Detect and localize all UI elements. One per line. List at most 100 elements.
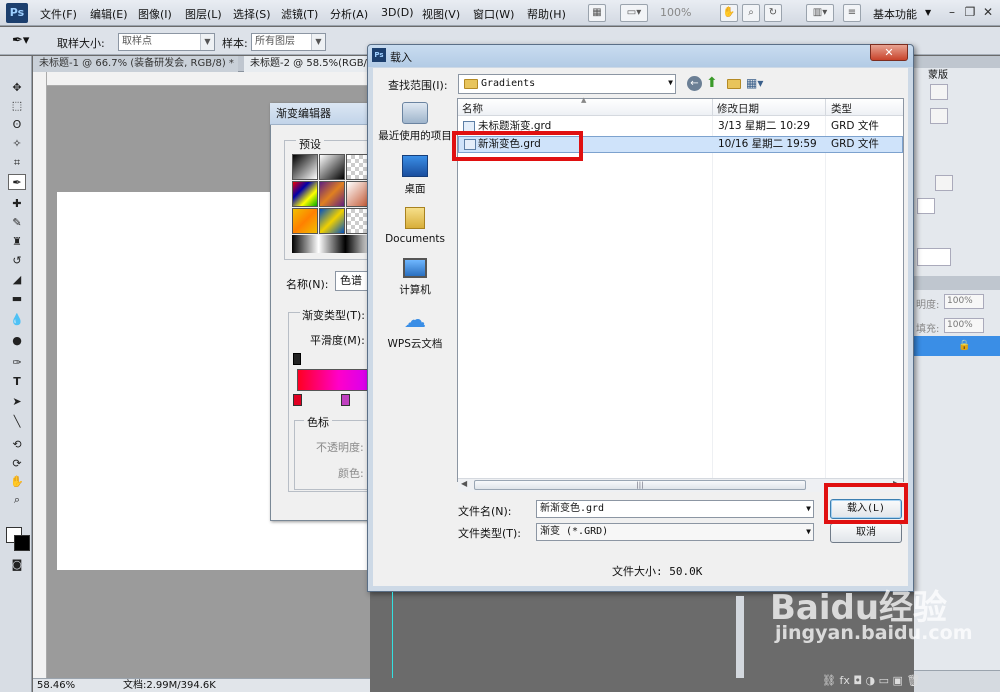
- panel-dropdown[interactable]: [930, 84, 948, 100]
- load-dialog-titlebar: [368, 45, 913, 67]
- preset-swatch[interactable]: [319, 181, 345, 207]
- layer-fill-input[interactable]: 100%: [944, 318, 984, 333]
- doc-tab-1[interactable]: 未标题-1 @ 66.7% (装备研发会, RGB/8) *: [33, 56, 238, 72]
- preset-swatch[interactable]: [319, 154, 345, 180]
- look-in-combobox[interactable]: Gradients ▼: [458, 74, 676, 94]
- close-icon[interactable]: ✕: [976, 2, 1000, 22]
- healing-brush-icon[interactable]: ✚: [8, 196, 26, 212]
- vertical-scrollbar[interactable]: [736, 596, 744, 678]
- dialog-close-icon[interactable]: ✕: [870, 44, 908, 61]
- doc-tab-2[interactable]: 未标题-2 @ 58.5%(RGB/8): [244, 56, 370, 72]
- panel-dropdown[interactable]: [935, 175, 953, 191]
- view-menu-icon[interactable]: ▦▾: [746, 76, 763, 90]
- place-documents[interactable]: Documents: [377, 207, 453, 245]
- pen-tool-icon[interactable]: ✑: [8, 355, 26, 371]
- column-type[interactable]: 类型: [831, 101, 852, 116]
- preset-swatch[interactable]: [319, 208, 345, 234]
- extras-icon[interactable]: ≡: [843, 4, 861, 22]
- shape-tool-icon[interactable]: ╲: [8, 414, 26, 430]
- menu-select[interactable]: 选择(S): [233, 6, 271, 22]
- menu-filter[interactable]: 滤镜(T): [281, 6, 318, 22]
- workspace-switcher[interactable]: 基本功能: [873, 6, 917, 22]
- column-date[interactable]: 修改日期: [717, 101, 759, 116]
- menu-3d[interactable]: 3D(D): [381, 6, 414, 19]
- screen-mode-icon[interactable]: ▭▾: [620, 4, 648, 22]
- magic-wand-icon[interactable]: ✧: [8, 136, 26, 152]
- color-stop-magenta[interactable]: [341, 394, 350, 406]
- dodge-tool-icon[interactable]: ●: [8, 333, 26, 349]
- menu-help[interactable]: 帮助(H): [527, 6, 566, 22]
- history-brush-icon[interactable]: ↺: [8, 253, 26, 269]
- menu-window[interactable]: 窗口(W): [473, 6, 514, 22]
- scroll-left-icon[interactable]: ◀: [461, 479, 467, 488]
- vertical-ruler: [33, 72, 47, 678]
- new-folder-icon[interactable]: [727, 79, 741, 89]
- clone-stamp-icon[interactable]: ♜: [8, 234, 26, 250]
- quick-mask-icon[interactable]: ◙: [8, 557, 26, 573]
- back-icon[interactable]: ←: [687, 76, 702, 91]
- file-name-label: 文件名(N):: [458, 505, 512, 518]
- eyedropper-tool-icon[interactable]: ✒: [8, 174, 26, 190]
- panel-field[interactable]: [917, 248, 951, 266]
- up-folder-icon[interactable]: ⬆: [706, 75, 718, 91]
- background-color-swatch[interactable]: [14, 535, 30, 551]
- sample-select[interactable]: 所有图层 ▼: [251, 33, 326, 51]
- file-type-value: 渐变 (*.GRD): [540, 526, 609, 537]
- smoothness-label: 平滑度(M):: [310, 334, 365, 347]
- layer-footer-icons[interactable]: ⛓ fx ◘ ◑ ▭ ▣ 🗑: [822, 674, 920, 687]
- column-divider[interactable]: [825, 99, 826, 116]
- 3d-orbit-icon[interactable]: ⟳: [8, 456, 26, 472]
- place-wps-cloud[interactable]: ☁ WPS云文档: [377, 310, 453, 351]
- hand-tool-icon[interactable]: ✋: [720, 4, 738, 22]
- brush-tool-icon[interactable]: ✎: [8, 215, 26, 231]
- panel-field[interactable]: [917, 198, 935, 214]
- chevron-down-icon[interactable]: ▼: [925, 8, 931, 17]
- cancel-button[interactable]: 取消: [830, 523, 902, 543]
- crop-tool-icon[interactable]: ⌗: [8, 155, 26, 171]
- menu-layer[interactable]: 图层(L): [185, 6, 222, 22]
- arrange-docs-icon[interactable]: ▥▾: [806, 4, 834, 22]
- hand-tool-icon[interactable]: ✋: [8, 474, 26, 490]
- opacity-stop[interactable]: [293, 353, 301, 365]
- type-tool-icon[interactable]: T: [8, 374, 26, 390]
- eraser-tool-icon[interactable]: ◢: [8, 272, 26, 288]
- preset-swatch[interactable]: [292, 181, 318, 207]
- bridge-icon[interactable]: ▦: [588, 4, 606, 22]
- selected-layer-row[interactable]: [914, 336, 1000, 356]
- place-recent[interactable]: 最近使用的项目: [377, 102, 453, 143]
- layer-opacity-input[interactable]: 100%: [944, 294, 984, 309]
- scrollbar-thumb[interactable]: |||: [474, 480, 806, 490]
- place-computer[interactable]: 计算机: [377, 258, 453, 297]
- rotate-view-icon[interactable]: ↻: [764, 4, 782, 22]
- menu-analysis[interactable]: 分析(A): [330, 6, 368, 22]
- menu-image[interactable]: 图像(I): [138, 6, 172, 22]
- gradient-tool-icon[interactable]: ▬: [8, 291, 26, 307]
- eyedropper-icon[interactable]: ✒▾: [12, 33, 29, 48]
- menu-edit[interactable]: 编辑(E): [90, 6, 128, 22]
- blur-tool-icon[interactable]: 💧: [8, 312, 26, 328]
- preset-swatch[interactable]: [292, 208, 318, 234]
- zoom-tool-icon[interactable]: ⌕: [8, 492, 26, 508]
- zoom-tool-icon[interactable]: ⌕: [742, 4, 760, 22]
- file-name-input[interactable]: 新渐变色.grd ▼: [536, 500, 814, 518]
- menu-file[interactable]: 文件(F): [40, 6, 77, 22]
- menu-view[interactable]: 视图(V): [422, 6, 460, 22]
- column-divider[interactable]: [712, 99, 713, 116]
- sample-size-select[interactable]: 取样点 ▼: [118, 33, 215, 51]
- move-tool-icon[interactable]: ✥: [8, 80, 26, 96]
- status-zoom[interactable]: 58.46%: [37, 679, 75, 692]
- preset-swatch[interactable]: [292, 154, 318, 180]
- panel-field[interactable]: [930, 108, 948, 124]
- 3d-rotate-icon[interactable]: ⟲: [8, 437, 26, 453]
- column-name[interactable]: 名称: [462, 101, 483, 116]
- marquee-tool-icon[interactable]: ⬚: [8, 98, 26, 114]
- lasso-tool-icon[interactable]: ʘ: [8, 117, 26, 133]
- preset-swatch-row[interactable]: [292, 235, 372, 253]
- highlight-box-load-button: [824, 483, 908, 524]
- place-desktop[interactable]: 桌面: [377, 155, 453, 196]
- color-stop-red[interactable]: [293, 394, 302, 406]
- path-select-icon[interactable]: ➤: [8, 394, 26, 410]
- zoom-level[interactable]: 100%: [660, 6, 691, 19]
- file-type-select[interactable]: 渐变 (*.GRD) ▼: [536, 523, 814, 541]
- masks-tab[interactable]: 蒙版: [928, 66, 948, 81]
